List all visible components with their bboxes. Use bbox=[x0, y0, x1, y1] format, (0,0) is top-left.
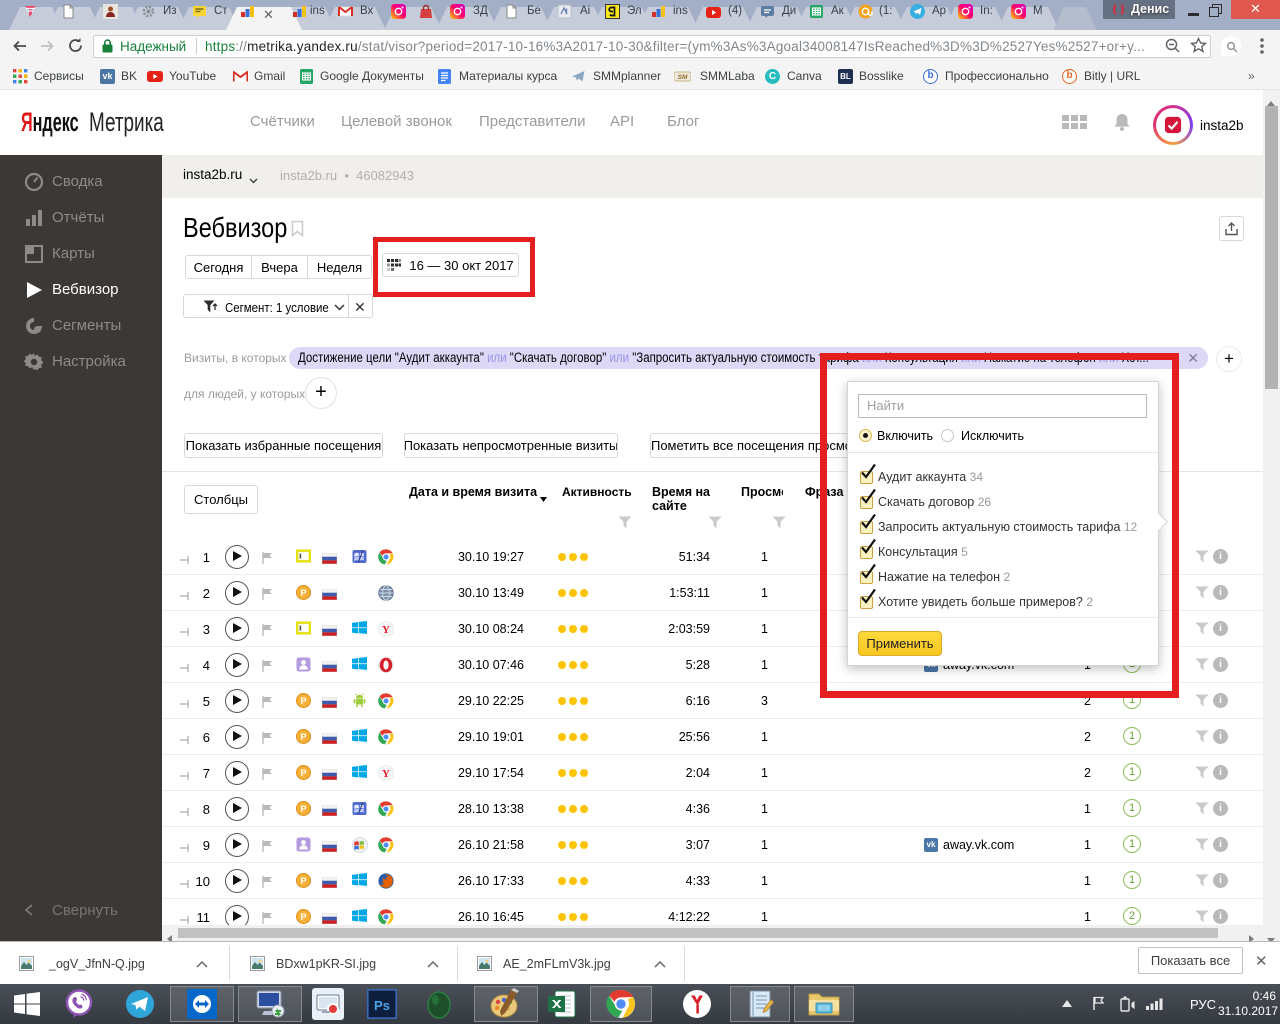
svg-text:Y: Y bbox=[382, 624, 390, 636]
svg-text:Y: Y bbox=[382, 768, 390, 780]
svg-text:Р: Р bbox=[300, 876, 306, 886]
svg-text:Р: Р bbox=[300, 804, 306, 814]
svg-text:Р: Р bbox=[300, 768, 306, 778]
svg-text:SM: SM bbox=[678, 74, 688, 81]
svg-text:Р: Р bbox=[300, 588, 306, 598]
svg-text:Ps: Ps bbox=[374, 998, 390, 1013]
svg-text:Р: Р bbox=[300, 696, 306, 706]
svg-text:Р: Р bbox=[300, 732, 306, 742]
svg-text:Р: Р bbox=[300, 912, 306, 922]
